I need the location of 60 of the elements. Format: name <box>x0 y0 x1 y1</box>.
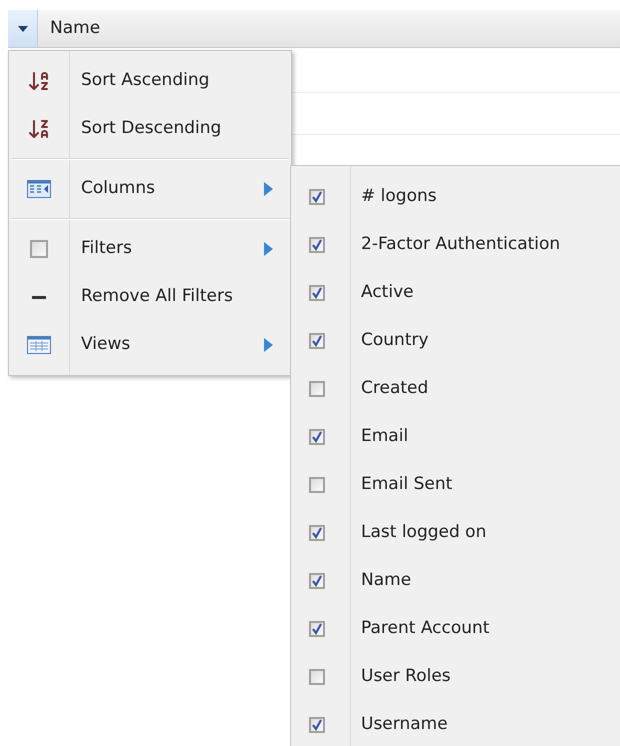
column-name: Parent Account <box>360 617 490 640</box>
checkbox[interactable] <box>309 669 325 685</box>
column-toggle-item[interactable]: Country <box>291 317 620 365</box>
checked-checkbox[interactable] <box>309 717 325 733</box>
checked-checkbox[interactable] <box>309 573 325 589</box>
checkbox[interactable] <box>309 381 325 397</box>
column-name: Last logged on <box>360 521 486 544</box>
column-toggle-item[interactable]: Active <box>291 269 620 317</box>
menu-item[interactable]: Sort Ascending <box>9 57 291 105</box>
checked-checkbox[interactable] <box>309 429 325 445</box>
column-name: Created <box>360 377 428 400</box>
menu-item[interactable]: Views <box>9 321 291 369</box>
checked-checkbox[interactable] <box>309 189 325 205</box>
column-toggle-item[interactable]: # logons <box>291 173 620 221</box>
checked-checkbox[interactable] <box>309 621 325 637</box>
column-header[interactable]: Name <box>38 10 100 47</box>
column-toggle-item[interactable]: Parent Account <box>291 605 620 653</box>
column-name: Email <box>360 425 408 448</box>
column-name: Active <box>360 281 414 304</box>
column-name: Name <box>360 569 412 592</box>
menu-item-label: Sort Descending <box>80 117 222 140</box>
column-name: 2-Factor Authentication <box>360 233 560 256</box>
column-toggle-item[interactable]: Created <box>291 365 620 413</box>
table-icon <box>27 336 51 354</box>
menu-item-label: Filters <box>80 237 133 260</box>
column-name: User Roles <box>360 665 451 688</box>
submenu-arrow-icon <box>264 338 273 352</box>
menu-item-label: Columns <box>80 177 156 200</box>
menu-item-label: Sort Ascending <box>80 69 210 92</box>
column-name: Country <box>360 329 429 352</box>
column-name: Username <box>360 713 448 736</box>
column-toggle-item[interactable]: User Roles <box>291 653 620 701</box>
sort-ascending-icon <box>27 69 51 93</box>
checkbox-icon <box>30 240 48 258</box>
column-toggle-item[interactable]: 2-Factor Authentication <box>291 221 620 269</box>
checked-checkbox[interactable] <box>309 333 325 349</box>
submenu-arrow-icon <box>264 242 273 256</box>
menu-item-label: Views <box>80 333 132 356</box>
checked-checkbox[interactable] <box>309 285 325 301</box>
menu-item[interactable]: Columns <box>9 165 291 225</box>
dash-icon <box>32 296 46 298</box>
columns-icon <box>27 180 51 198</box>
checkbox[interactable] <box>309 477 325 493</box>
sort-descending-icon <box>27 117 51 141</box>
column-toggle-item[interactable]: Last logged on <box>291 509 620 557</box>
column-name: # logons <box>360 185 437 208</box>
column-toggle-item[interactable]: Email <box>291 413 620 461</box>
dropdown-button[interactable] <box>8 10 38 47</box>
submenu-arrow-icon <box>264 182 273 196</box>
menu-item-label: Remove All Filters <box>80 285 234 308</box>
caret-icon <box>18 26 28 32</box>
column-name: Email Sent <box>360 473 452 496</box>
checked-checkbox[interactable] <box>309 525 325 541</box>
menu-item[interactable]: Sort Descending <box>9 105 291 165</box>
checked-checkbox[interactable] <box>309 237 325 253</box>
column-toggle-item[interactable]: Name <box>291 557 620 605</box>
menu-item[interactable]: Remove All Filters <box>9 273 291 321</box>
column-toggle-item[interactable]: Email Sent <box>291 461 620 509</box>
column-toggle-item[interactable]: Username <box>291 701 620 746</box>
menu-item[interactable]: Filters <box>9 225 291 273</box>
